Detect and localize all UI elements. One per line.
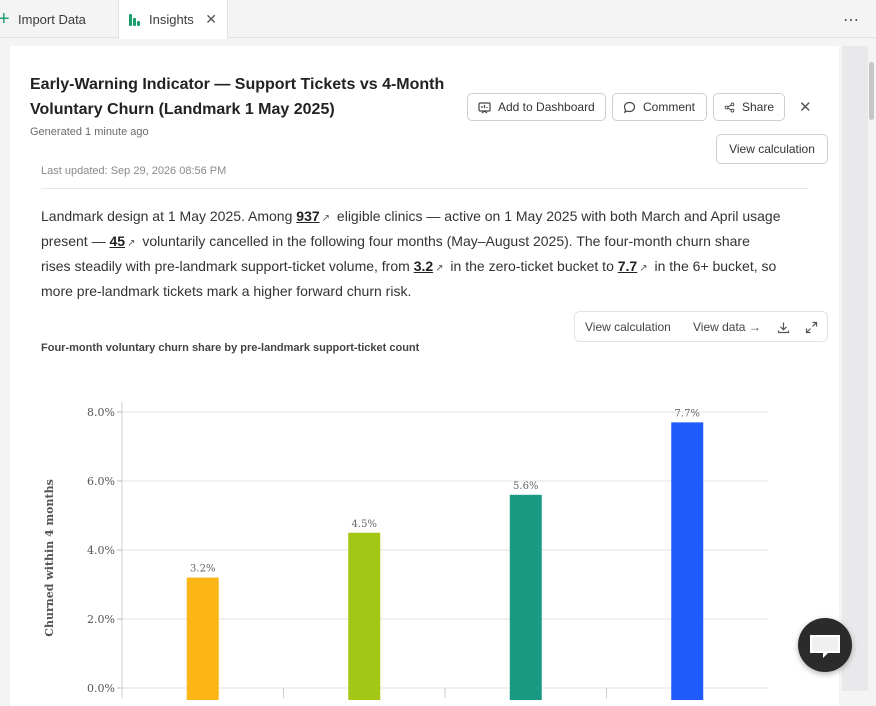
plus-icon: + [0,8,10,30]
tab-bar: + Import Data Insights ✕ ⋯ [0,0,876,39]
y-axis-label: Churned within 4 months [43,479,56,637]
y-tick-label: 2.0% [87,613,115,626]
chart-bar-icon [129,13,141,26]
tab-insights[interactable]: Insights ✕ [118,0,228,39]
more-options-icon[interactable]: ⋯ [843,10,860,30]
bar-data-label: 7.7% [675,408,700,419]
tab-import-data[interactable]: + Import Data [0,0,118,38]
bar-data-label: 4.5% [352,519,377,530]
bar[interactable] [509,494,542,700]
chat-launcher-button[interactable] [798,618,852,672]
tab-import-label: Import Data [18,11,86,27]
insight-card: Early-Warning Indicator — Support Ticket… [10,46,839,706]
scrollbar-track[interactable] [842,46,868,691]
bar[interactable] [671,422,704,700]
scrollbar-thumb[interactable] [869,62,874,120]
bar-data-label: 5.6% [513,481,538,492]
tab-close-icon[interactable]: ✕ [205,11,217,28]
bar-chart: 0.0% 2.0% 4.0% 6.0% 8.0% 3.2% 4.5% 5.6% 7.7% Ch… [43,402,768,700]
y-tick-label: 8.0% [87,406,115,419]
y-tick-label: 0.0% [87,682,115,695]
bar-data-label: 3.2% [190,564,215,575]
bar[interactable] [186,577,219,700]
y-tick-label: 6.0% [87,475,115,488]
bar[interactable] [348,532,381,700]
tab-insights-label: Insights [149,12,194,27]
chat-icon [810,635,840,658]
y-tick-label: 4.0% [87,544,115,557]
